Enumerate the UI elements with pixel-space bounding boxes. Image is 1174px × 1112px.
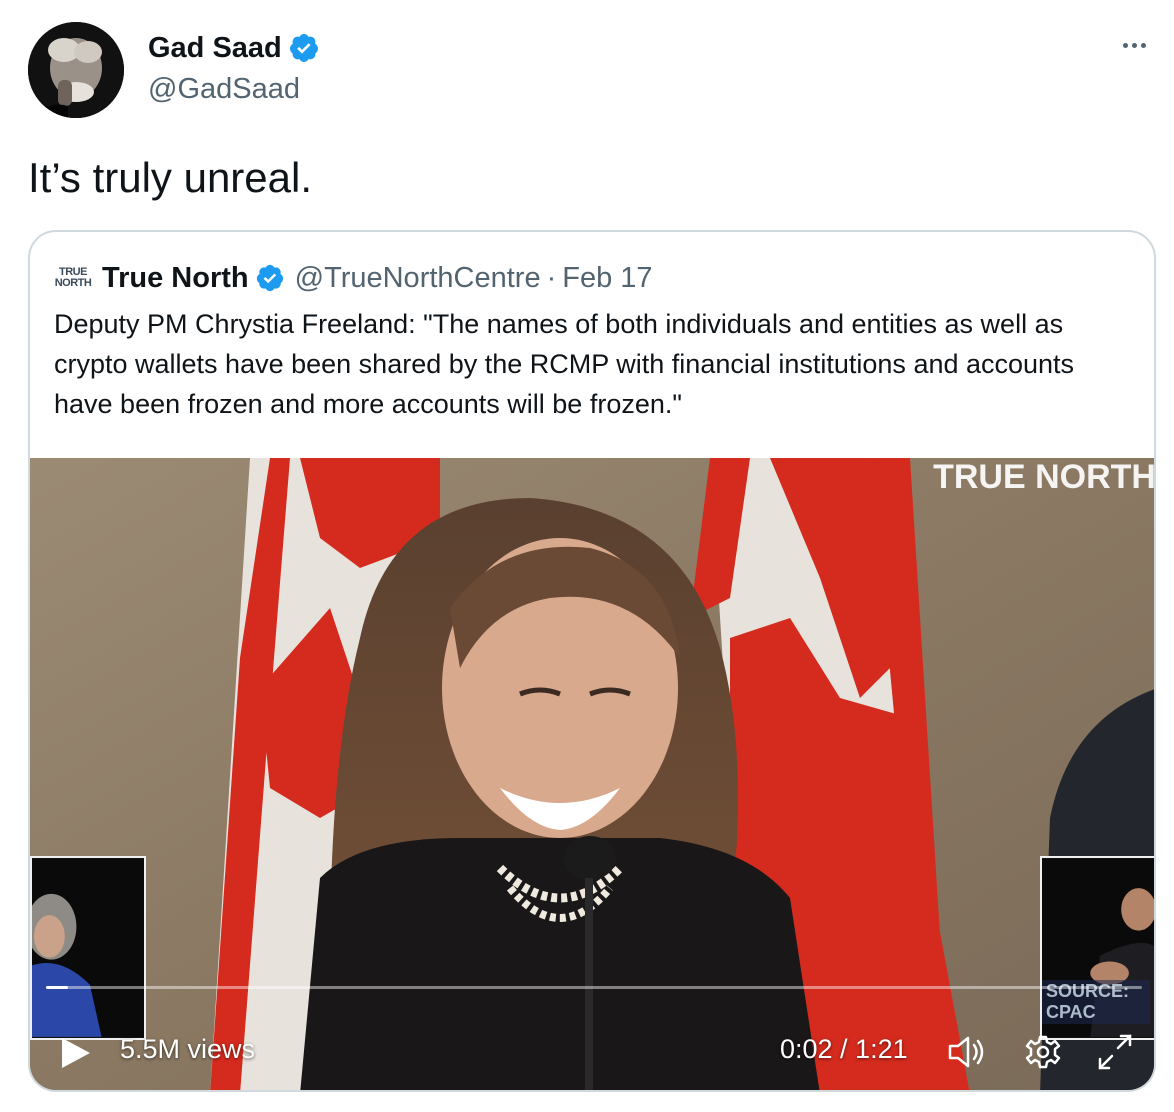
more-dot <box>1131 42 1137 48</box>
quoted-tweet-date[interactable]: Feb 17 <box>562 262 652 295</box>
quoted-tweet-text: Deputy PM Chrystia Freeland: "The names … <box>54 309 1075 419</box>
quoted-tweet-card[interactable]: TRUE NORTH True North @TrueNorthCentre ·… <box>28 230 1156 1092</box>
separator-dot: · <box>546 261 557 294</box>
fullscreen-icon[interactable] <box>1094 1032 1136 1072</box>
video-player[interactable]: TRUE NORTH SOURCE: CPAC 5.5M views 0:02 … <box>30 458 1156 1090</box>
video-progress-bar[interactable] <box>46 986 1142 989</box>
quoted-author-name-text: True North <box>102 261 249 294</box>
view-count: 5.5M views <box>120 1034 256 1064</box>
interpreter-image <box>30 859 144 1037</box>
verified-badge-icon <box>289 34 318 62</box>
volume-icon[interactable] <box>946 1032 988 1072</box>
more-dot <box>1140 42 1146 48</box>
video-controls: 5.5M views 0:02 / 1:21 <box>30 1026 1154 1078</box>
tweet-text: It’s truly unreal. <box>28 154 313 201</box>
video-time: 0:02 / 1:21 <box>780 1034 908 1064</box>
author-name-text: Gad Saad <box>148 32 282 64</box>
quoted-tweet-header: TRUE NORTH True North @TrueNorthCentre ·… <box>54 260 653 296</box>
video-frame <box>30 458 1154 1090</box>
quoted-author-handle[interactable]: @TrueNorthCentre <box>295 262 541 295</box>
settings-icon[interactable] <box>1022 1032 1064 1072</box>
author-name[interactable]: Gad Saad <box>148 30 320 66</box>
logo-line2: NORTH <box>54 277 92 289</box>
more-options-button[interactable] <box>1114 30 1154 60</box>
verified-badge-icon <box>256 264 283 292</box>
sign-language-inset-left <box>30 856 146 1040</box>
sign-language-inset-right: SOURCE: CPAC <box>1040 856 1154 1040</box>
quoted-author-name[interactable]: True North <box>102 262 285 295</box>
author-handle[interactable]: @GadSaad <box>148 71 300 107</box>
more-horizontal-icon <box>1122 42 1128 48</box>
play-icon[interactable] <box>60 1036 92 1070</box>
true-north-watermark: TRUE NORTH <box>933 458 1156 496</box>
video-progress-fill <box>46 986 68 989</box>
author-avatar[interactable] <box>28 22 124 118</box>
avatar-photo <box>28 22 124 118</box>
true-north-logo[interactable]: TRUE NORTH <box>54 264 92 292</box>
